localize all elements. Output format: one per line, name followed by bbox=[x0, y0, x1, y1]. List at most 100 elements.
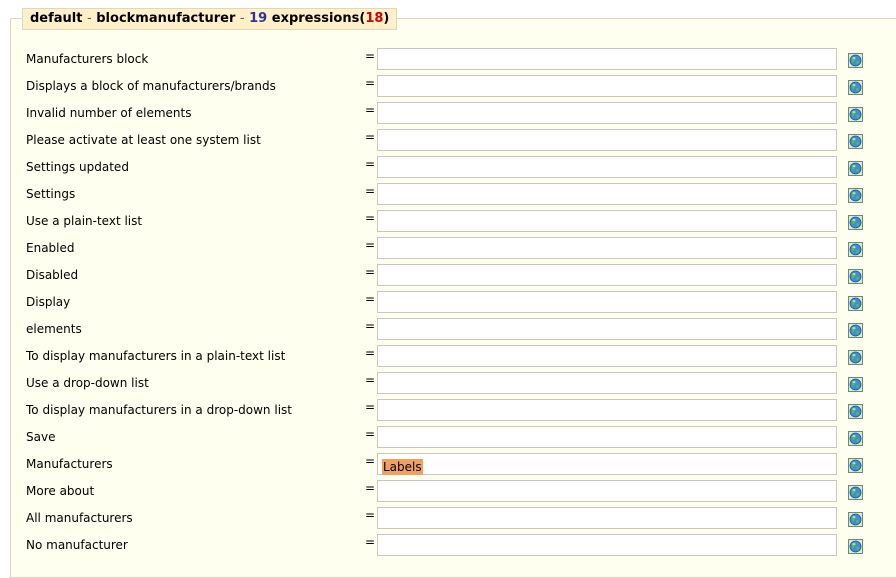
globe-translate-icon[interactable] bbox=[848, 404, 863, 419]
expression-label: Save bbox=[26, 430, 56, 444]
expression-label: Manufacturers bbox=[26, 457, 113, 471]
legend-theme: default bbox=[30, 11, 83, 26]
expression-label: Display bbox=[26, 295, 71, 309]
equals-sign: = bbox=[365, 346, 376, 360]
translation-input[interactable] bbox=[377, 345, 837, 367]
translation-input[interactable]: Labels bbox=[377, 453, 837, 475]
globe-translate-icon[interactable] bbox=[848, 485, 863, 500]
globe-translate-icon[interactable] bbox=[848, 431, 863, 446]
globe-translate-icon[interactable] bbox=[848, 512, 863, 527]
fieldset-legend: default - blockmanufacturer - 19 express… bbox=[22, 8, 398, 30]
highlighted-value: Labels bbox=[382, 459, 423, 475]
globe-translate-icon[interactable] bbox=[848, 161, 863, 176]
translation-input[interactable] bbox=[377, 102, 837, 124]
globe-translate-icon[interactable] bbox=[848, 539, 863, 554]
expression-label: Manufacturers block bbox=[26, 52, 149, 66]
equals-sign: = bbox=[365, 454, 376, 468]
translation-row: Disabled = bbox=[0, 264, 896, 292]
globe-translate-icon[interactable] bbox=[848, 458, 863, 473]
translation-row: To display manufacturers in a plain-text… bbox=[0, 345, 896, 373]
equals-sign: = bbox=[365, 184, 376, 198]
expression-label: elements bbox=[26, 322, 82, 336]
translation-input[interactable] bbox=[377, 183, 837, 205]
equals-sign: = bbox=[365, 373, 376, 387]
equals-sign: = bbox=[365, 238, 376, 252]
translation-input[interactable] bbox=[377, 534, 837, 556]
translation-row: Settings = bbox=[0, 183, 896, 211]
expression-label: Enabled bbox=[26, 241, 75, 255]
translation-row: Please activate at least one system list… bbox=[0, 129, 896, 157]
globe-translate-icon[interactable] bbox=[848, 350, 863, 365]
translation-input[interactable] bbox=[377, 318, 837, 340]
globe-translate-icon[interactable] bbox=[848, 242, 863, 257]
globe-translate-icon[interactable] bbox=[848, 53, 863, 68]
translation-input[interactable] bbox=[377, 480, 837, 502]
expressions-count: 19 bbox=[249, 11, 268, 26]
equals-sign: = bbox=[365, 508, 376, 522]
equals-sign: = bbox=[365, 76, 376, 90]
globe-translate-icon[interactable] bbox=[848, 107, 863, 122]
missing-count: 18 bbox=[365, 11, 384, 26]
globe-translate-icon[interactable] bbox=[848, 269, 863, 284]
equals-sign: = bbox=[365, 292, 376, 306]
expression-label: Invalid number of elements bbox=[26, 106, 192, 120]
expression-label: No manufacturer bbox=[26, 538, 128, 552]
translation-input[interactable] bbox=[377, 507, 837, 529]
translation-row: Display = bbox=[0, 291, 896, 319]
translation-row: Save = bbox=[0, 426, 896, 454]
equals-sign: = bbox=[365, 103, 376, 117]
equals-sign: = bbox=[365, 427, 376, 441]
paren-close: ) bbox=[383, 11, 390, 26]
equals-sign: = bbox=[365, 265, 376, 279]
globe-translate-icon[interactable] bbox=[848, 296, 863, 311]
expression-label: All manufacturers bbox=[26, 511, 133, 525]
equals-sign: = bbox=[365, 535, 376, 549]
expression-label: Use a drop-down list bbox=[26, 376, 149, 390]
expression-label: To display manufacturers in a drop-down … bbox=[26, 403, 292, 417]
expression-label: Displays a block of manufacturers/brands bbox=[26, 79, 276, 93]
globe-translate-icon[interactable] bbox=[848, 215, 863, 230]
translation-row: All manufacturers = bbox=[0, 507, 896, 535]
translation-row: Enabled = bbox=[0, 237, 896, 265]
translation-input[interactable] bbox=[377, 291, 837, 313]
translation-row: Displays a block of manufacturers/brands… bbox=[0, 75, 896, 103]
translation-input[interactable] bbox=[377, 156, 837, 178]
expression-label: More about bbox=[26, 484, 95, 498]
translation-input[interactable] bbox=[377, 426, 837, 448]
expression-label: Settings updated bbox=[26, 160, 129, 174]
equals-sign: = bbox=[365, 157, 376, 171]
legend-separator: - bbox=[87, 11, 92, 26]
translation-row: Invalid number of elements = bbox=[0, 102, 896, 130]
expressions-label: expressions bbox=[271, 11, 360, 26]
translation-row: elements = bbox=[0, 318, 896, 346]
equals-sign: = bbox=[365, 481, 376, 495]
translation-input[interactable] bbox=[377, 237, 837, 259]
translation-input[interactable] bbox=[377, 129, 837, 151]
globe-translate-icon[interactable] bbox=[848, 323, 863, 338]
globe-translate-icon[interactable] bbox=[848, 188, 863, 203]
translation-input[interactable] bbox=[377, 210, 837, 232]
globe-translate-icon[interactable] bbox=[848, 80, 863, 95]
translation-row: Use a plain-text list = bbox=[0, 210, 896, 238]
legend-separator-2: - bbox=[239, 11, 245, 26]
equals-sign: = bbox=[365, 49, 376, 63]
translation-row: Manufacturers block = bbox=[0, 48, 896, 76]
translation-row: Settings updated = bbox=[0, 156, 896, 184]
translation-row: Use a drop-down list = bbox=[0, 372, 896, 400]
translation-input[interactable] bbox=[377, 264, 837, 286]
translation-row: Manufacturers = Labels bbox=[0, 453, 896, 481]
expression-label: To display manufacturers in a plain-text… bbox=[26, 349, 286, 363]
globe-translate-icon[interactable] bbox=[848, 134, 863, 149]
translation-row: No manufacturer = bbox=[0, 534, 896, 562]
translation-input[interactable] bbox=[377, 372, 837, 394]
translation-input[interactable] bbox=[377, 399, 837, 421]
translation-row: More about = bbox=[0, 480, 896, 508]
translation-input[interactable] bbox=[377, 48, 837, 70]
globe-translate-icon[interactable] bbox=[848, 377, 863, 392]
translation-row: To display manufacturers in a drop-down … bbox=[0, 399, 896, 427]
equals-sign: = bbox=[365, 130, 376, 144]
equals-sign: = bbox=[365, 319, 376, 333]
expression-label: Please activate at least one system list bbox=[26, 133, 261, 147]
translation-input[interactable] bbox=[377, 75, 837, 97]
expression-label: Settings bbox=[26, 187, 76, 201]
